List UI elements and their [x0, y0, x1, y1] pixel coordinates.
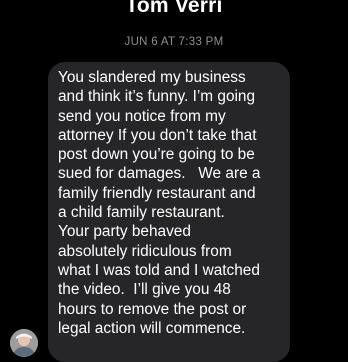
contact-avatar[interactable] — [10, 329, 38, 357]
message-text: You slandered my business and think it’s… — [58, 68, 290, 338]
message-line: Your party behaved — [58, 223, 191, 241]
message-line: family friendly restaurant and — [58, 184, 256, 202]
message-line: a child family restaurant. — [58, 204, 225, 222]
message-line: legal action will commence. — [58, 319, 246, 337]
contact-photo-icon — [10, 329, 38, 357]
contact-name[interactable]: Tom Verri — [0, 0, 348, 18]
message-line: You slandered my business — [58, 69, 246, 86]
message-line: send you notice from my — [58, 107, 226, 125]
message-line: the video. I’ll give you 48 — [58, 281, 231, 299]
message-line: absolutely ridiculous from — [58, 242, 232, 260]
message-line: attorney If you don’t take that — [58, 126, 257, 144]
message-line: hours to remove the post or — [58, 300, 247, 318]
message-line: what I was told and I watched — [58, 261, 260, 279]
message-timestamp: JUN 6 AT 7:33 PM — [124, 36, 224, 48]
message-line: post down you’re going to be — [58, 146, 255, 164]
message-line: and think it’s funny. I’m going — [58, 88, 256, 106]
incoming-message-bubble[interactable]: You slandered my business and think it’s… — [48, 62, 290, 362]
message-line: sued for damages. We are a — [58, 165, 261, 183]
